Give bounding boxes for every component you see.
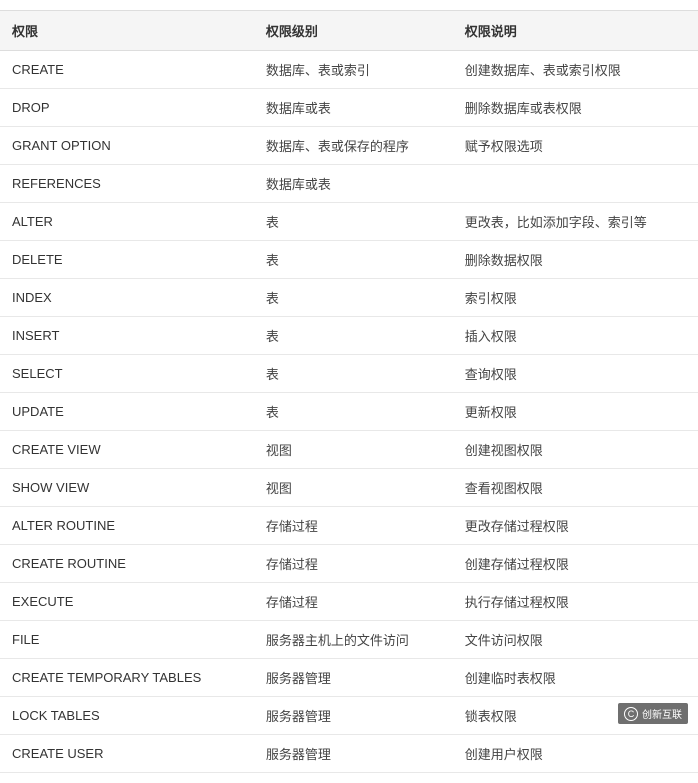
cell-level: 数据库、表或保存的程序	[254, 127, 453, 165]
cell-privilege: LOCK TABLES	[0, 697, 254, 735]
cell-level: 服务器管理	[254, 735, 453, 773]
cell-privilege: REFERENCES	[0, 165, 254, 203]
cell-description: 创建临时表权限	[453, 659, 698, 697]
cell-level: 服务器管理	[254, 697, 453, 735]
table-header-row: 权限 权限级别 权限说明	[0, 11, 698, 51]
table-row: SELECT表查询权限	[0, 355, 698, 393]
cell-level: 表	[254, 279, 453, 317]
cell-description: 创建数据库、表或索引权限	[453, 51, 698, 89]
cell-description: 删除数据库或表权限	[453, 89, 698, 127]
cell-description: 创建视图权限	[453, 431, 698, 469]
table-row: CREATE VIEW视图创建视图权限	[0, 431, 698, 469]
cell-privilege: CREATE USER	[0, 735, 254, 773]
cell-privilege: GRANT OPTION	[0, 127, 254, 165]
cell-level: 数据库或表	[254, 89, 453, 127]
table-row: CREATE ROUTINE存储过程创建存储过程权限	[0, 545, 698, 583]
table-row: CREATE USER服务器管理创建用户权限	[0, 735, 698, 773]
table-row: INSERT表插入权限	[0, 317, 698, 355]
cell-description: 查询权限	[453, 355, 698, 393]
table-row: ALTER ROUTINE存储过程更改存储过程权限	[0, 507, 698, 545]
cell-privilege: FILE	[0, 621, 254, 659]
table-row: ALTER表更改表，比如添加字段、索引等	[0, 203, 698, 241]
table-body: CREATE数据库、表或索引创建数据库、表或索引权限DROP数据库或表删除数据库…	[0, 51, 698, 773]
cell-privilege: CREATE VIEW	[0, 431, 254, 469]
cell-level: 视图	[254, 469, 453, 507]
table-row: INDEX表索引权限	[0, 279, 698, 317]
col-header-level: 权限级别	[254, 11, 453, 51]
cell-description: 索引权限	[453, 279, 698, 317]
cell-level: 服务器管理	[254, 659, 453, 697]
table-row: CREATE TEMPORARY TABLES服务器管理创建临时表权限	[0, 659, 698, 697]
cell-description: 更新权限	[453, 393, 698, 431]
table-row: CREATE数据库、表或索引创建数据库、表或索引权限	[0, 51, 698, 89]
cell-description: 创建用户权限	[453, 735, 698, 773]
cell-privilege: CREATE	[0, 51, 254, 89]
cell-level: 表	[254, 393, 453, 431]
cell-level: 表	[254, 317, 453, 355]
cell-description: 删除数据权限	[453, 241, 698, 279]
table-row: DROP数据库或表删除数据库或表权限	[0, 89, 698, 127]
table-row: EXECUTE存储过程执行存储过程权限	[0, 583, 698, 621]
cell-description: 赋予权限选项	[453, 127, 698, 165]
cell-level: 服务器主机上的文件访问	[254, 621, 453, 659]
cell-description: 创建存储过程权限	[453, 545, 698, 583]
cell-description: 查看视图权限	[453, 469, 698, 507]
cell-privilege: EXECUTE	[0, 583, 254, 621]
cell-privilege: ALTER ROUTINE	[0, 507, 254, 545]
privileges-table: 权限 权限级别 权限说明 CREATE数据库、表或索引创建数据库、表或索引权限D…	[0, 10, 698, 773]
cell-description: 更改表，比如添加字段、索引等	[453, 203, 698, 241]
watermark: C 创新互联	[618, 703, 688, 724]
watermark-text: 创新互联	[642, 706, 682, 721]
cell-privilege: CREATE ROUTINE	[0, 545, 254, 583]
cell-privilege: SELECT	[0, 355, 254, 393]
table-row: SHOW VIEW视图查看视图权限	[0, 469, 698, 507]
cell-privilege: DELETE	[0, 241, 254, 279]
cell-level: 数据库或表	[254, 165, 453, 203]
table-container: 权限 权限级别 权限说明 CREATE数据库、表或索引创建数据库、表或索引权限D…	[0, 0, 698, 783]
cell-privilege: CREATE TEMPORARY TABLES	[0, 659, 254, 697]
cell-description	[453, 165, 698, 203]
cell-level: 存储过程	[254, 545, 453, 583]
col-header-description: 权限说明	[453, 11, 698, 51]
watermark-icon: C	[624, 707, 638, 721]
cell-privilege: DROP	[0, 89, 254, 127]
col-header-privilege: 权限	[0, 11, 254, 51]
cell-description: 插入权限	[453, 317, 698, 355]
table-row: DELETE表删除数据权限	[0, 241, 698, 279]
cell-description: 文件访问权限	[453, 621, 698, 659]
cell-privilege: SHOW VIEW	[0, 469, 254, 507]
table-row: LOCK TABLES服务器管理锁表权限	[0, 697, 698, 735]
cell-level: 数据库、表或索引	[254, 51, 453, 89]
cell-description: 执行存储过程权限	[453, 583, 698, 621]
table-row: GRANT OPTION数据库、表或保存的程序赋予权限选项	[0, 127, 698, 165]
table-row: FILE服务器主机上的文件访问文件访问权限	[0, 621, 698, 659]
cell-level: 表	[254, 203, 453, 241]
cell-level: 表	[254, 241, 453, 279]
cell-privilege: ALTER	[0, 203, 254, 241]
cell-privilege: UPDATE	[0, 393, 254, 431]
cell-privilege: INSERT	[0, 317, 254, 355]
cell-level: 存储过程	[254, 507, 453, 545]
cell-description: 更改存储过程权限	[453, 507, 698, 545]
cell-level: 存储过程	[254, 583, 453, 621]
cell-level: 表	[254, 355, 453, 393]
cell-level: 视图	[254, 431, 453, 469]
table-row: UPDATE表更新权限	[0, 393, 698, 431]
table-row: REFERENCES数据库或表	[0, 165, 698, 203]
cell-privilege: INDEX	[0, 279, 254, 317]
